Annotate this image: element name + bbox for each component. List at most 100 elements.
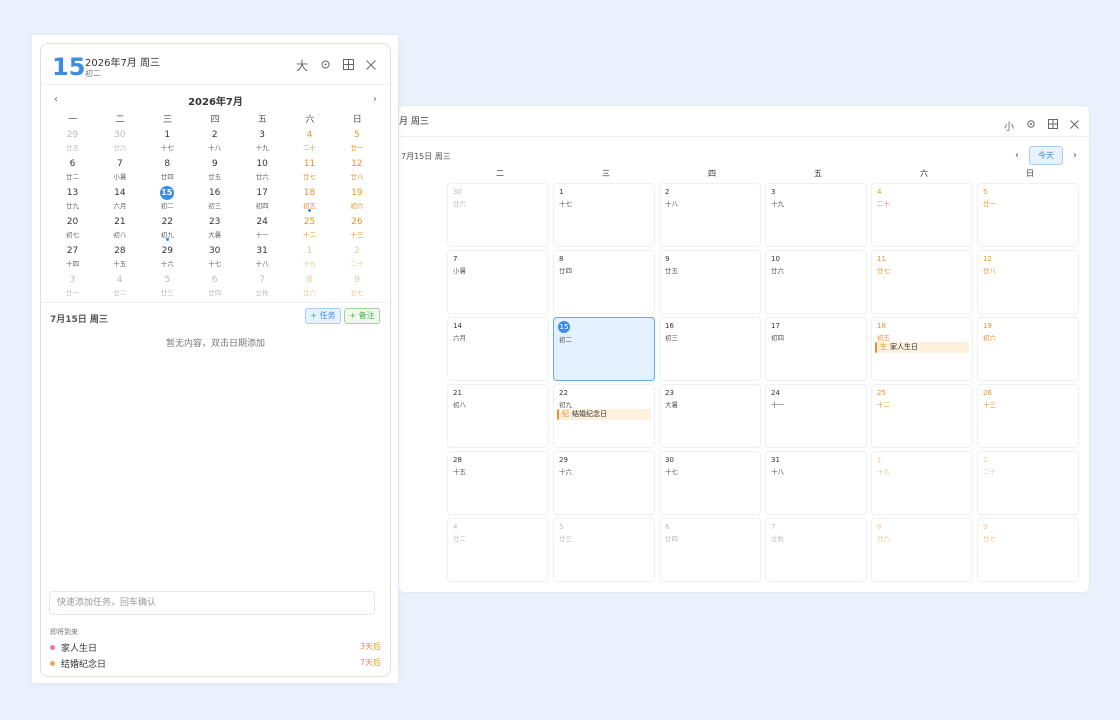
mini-day-cell[interactable]: 6 廿四: [191, 273, 238, 302]
mini-day-cell[interactable]: 7 小暑: [96, 157, 143, 186]
day-cell[interactable]: 26 十三: [977, 384, 1079, 448]
mini-day-cell[interactable]: 27 十四: [49, 244, 96, 273]
grid-icon[interactable]: [1048, 119, 1058, 132]
upcoming-item[interactable]: 结婚纪念日 7天后: [50, 657, 381, 670]
mini-day-cell[interactable]: 23 大暑: [191, 215, 238, 244]
chevron-right-icon[interactable]: ›: [1073, 150, 1077, 161]
mini-day-cell[interactable]: 9 廿七: [333, 273, 380, 302]
mini-day-cell[interactable]: 21 初八: [96, 215, 143, 244]
event-chip[interactable]: 生家人生日: [875, 342, 969, 353]
mini-day-cell[interactable]: 20 初七: [49, 215, 96, 244]
day-cell[interactable]: 6 廿四: [659, 518, 761, 582]
add-task-button[interactable]: + 任务: [305, 308, 341, 324]
quick-add-input[interactable]: 快速添加任务，回车确认: [49, 591, 375, 615]
day-cell[interactable]: 3 十九: [765, 183, 867, 247]
day-cell[interactable]: 7 立秋: [765, 518, 867, 582]
size-toggle-button[interactable]: 大: [296, 57, 308, 74]
day-cell[interactable]: 23 大暑: [659, 384, 761, 448]
day-cell[interactable]: 1 十九: [871, 451, 973, 515]
day-cell[interactable]: 24 十一: [765, 384, 867, 448]
size-toggle-button[interactable]: 小: [1004, 118, 1014, 133]
mini-day-cell[interactable]: 25 十二: [286, 215, 333, 244]
day-cell[interactable]: 10 廿六: [765, 250, 867, 314]
grid-icon[interactable]: [343, 58, 354, 73]
mini-day-cell[interactable]: 12 廿八: [333, 157, 380, 186]
day-cell[interactable]: 14 六月: [447, 317, 549, 381]
mini-day-cell[interactable]: 1 十九: [286, 244, 333, 273]
mini-day-cell[interactable]: 9 廿五: [191, 157, 238, 186]
mini-day-cell[interactable]: 16 初三: [191, 186, 238, 215]
day-cell[interactable]: 30 十七: [659, 451, 761, 515]
day-cell[interactable]: 22 初九纪结婚纪念日: [553, 384, 655, 448]
day-cell[interactable]: 21 初八: [447, 384, 549, 448]
today-button[interactable]: 今天: [1029, 146, 1063, 165]
close-icon[interactable]: [366, 59, 376, 73]
mini-day-cell[interactable]: 18 初五: [286, 186, 333, 215]
day-cell-today[interactable]: 15 初二: [553, 317, 655, 381]
mini-day-cell[interactable]: 11 廿七: [286, 157, 333, 186]
mini-day-cell[interactable]: 3 廿一: [49, 273, 96, 302]
day-cell[interactable]: 8 廿四: [553, 250, 655, 314]
mini-day-cell[interactable]: 14 六月: [96, 186, 143, 215]
day-cell[interactable]: 9 廿五: [659, 250, 761, 314]
gear-icon[interactable]: [1026, 119, 1036, 132]
mini-day-cell[interactable]: 28 十五: [96, 244, 143, 273]
day-cell[interactable]: 17 初四: [765, 317, 867, 381]
close-icon[interactable]: [1070, 119, 1079, 132]
mini-day-cell[interactable]: 30 廿六: [96, 128, 143, 157]
day-cell[interactable]: 30 廿六: [447, 183, 549, 247]
mini-day-cell[interactable]: 6 廿二: [49, 157, 96, 186]
lunar-label: 廿四: [559, 267, 572, 275]
mini-day-cell[interactable]: 19 初六: [333, 186, 380, 215]
day-cell[interactable]: 28 十五: [447, 451, 549, 515]
mini-day-cell[interactable]: 26 十三: [333, 215, 380, 244]
mini-day-cell[interactable]: 4 二十: [286, 128, 333, 157]
mini-day-cell[interactable]: 10 廿六: [239, 157, 286, 186]
day-cell[interactable]: 16 初三: [659, 317, 761, 381]
day-cell[interactable]: 12 廿八: [977, 250, 1079, 314]
mini-day-cell[interactable]: 22 初九: [144, 215, 191, 244]
day-cell[interactable]: 5 廿三: [553, 518, 655, 582]
mini-day-cell[interactable]: 31 十八: [239, 244, 286, 273]
day-cell[interactable]: 25 十二: [871, 384, 973, 448]
gear-icon[interactable]: [320, 59, 331, 73]
mini-day-cell[interactable]: 2 二十: [333, 244, 380, 273]
day-cell[interactable]: 4 二十: [871, 183, 973, 247]
upcoming-item[interactable]: 家人生日 3天后: [50, 641, 381, 654]
day-cell[interactable]: 2 二十: [977, 451, 1079, 515]
day-cell[interactable]: 29 十六: [553, 451, 655, 515]
lunar-label: 廿一: [350, 144, 364, 152]
mini-day-cell[interactable]: 29 廿五: [49, 128, 96, 157]
mini-day-cell[interactable]: 13 廿九: [49, 186, 96, 215]
day-cell[interactable]: 7 小暑: [447, 250, 549, 314]
day-cell[interactable]: 18 初五生家人生日: [871, 317, 973, 381]
mini-day-cell[interactable]: 3 十九: [239, 128, 286, 157]
mini-day-cell[interactable]: 8 廿四: [144, 157, 191, 186]
day-cell[interactable]: 19 初六: [977, 317, 1079, 381]
mini-day-cell[interactable]: 7 立秋: [239, 273, 286, 302]
mini-day-cell[interactable]: 24 十一: [239, 215, 286, 244]
mini-day-cell[interactable]: 1 十七: [144, 128, 191, 157]
day-cell[interactable]: 8 廿六: [871, 518, 973, 582]
mini-day-cell[interactable]: 5 廿三: [144, 273, 191, 302]
add-note-button[interactable]: + 备注: [344, 308, 380, 324]
day-cell[interactable]: 2 十八: [659, 183, 761, 247]
day-cell[interactable]: 31 十八: [765, 451, 867, 515]
day-cell[interactable]: 5 廿一: [977, 183, 1079, 247]
mini-day-cell[interactable]: 30 十七: [191, 244, 238, 273]
day-cell[interactable]: 9 廿七: [977, 518, 1079, 582]
day-cell[interactable]: 1 十七: [553, 183, 655, 247]
mini-day-cell[interactable]: 8 廿六: [286, 273, 333, 302]
day-cell[interactable]: 11 廿七: [871, 250, 973, 314]
event-chip[interactable]: 纪结婚纪念日: [557, 409, 651, 420]
mini-day-cell[interactable]: 4 廿二: [96, 273, 143, 302]
mini-day-cell[interactable]: 17 初四: [239, 186, 286, 215]
mini-day-cell-today[interactable]: 15 初二: [144, 186, 191, 215]
mini-day-cell[interactable]: 5 廿一: [333, 128, 380, 157]
chevron-right-icon[interactable]: ›: [373, 94, 377, 105]
day-cell[interactable]: 4 廿二: [447, 518, 549, 582]
mini-day-cell[interactable]: 2 十八: [191, 128, 238, 157]
chevron-left-icon[interactable]: ‹: [1015, 150, 1019, 161]
day-number: 22: [559, 389, 568, 397]
mini-day-cell[interactable]: 29 十六: [144, 244, 191, 273]
